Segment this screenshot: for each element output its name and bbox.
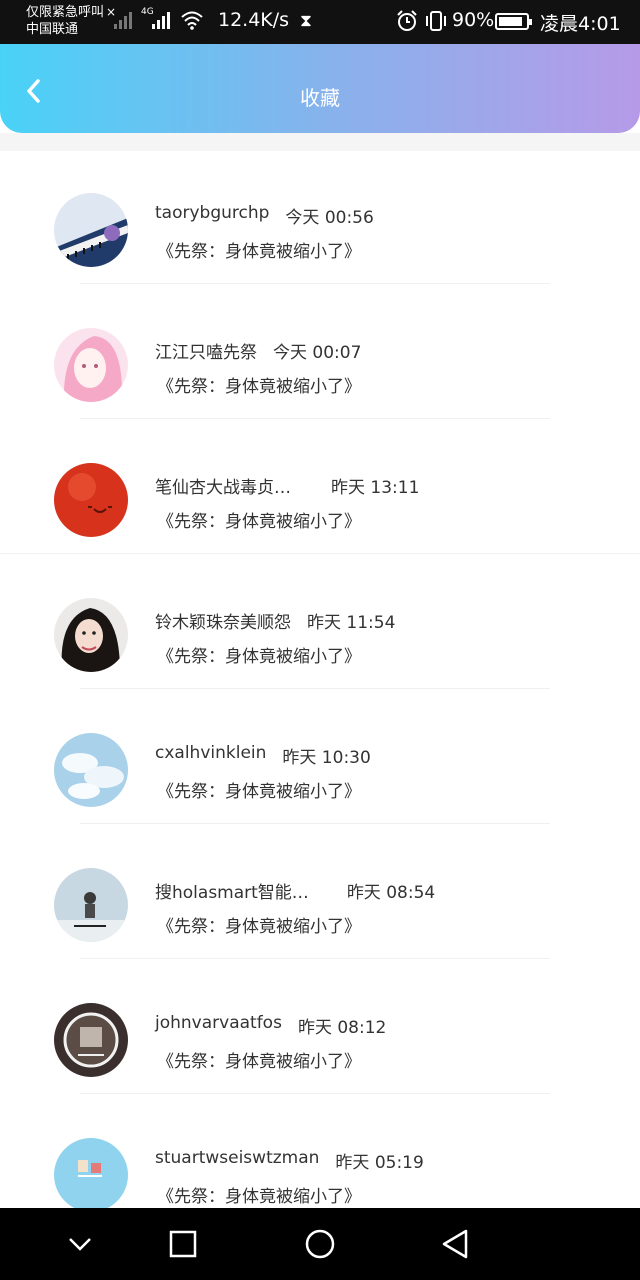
avatar xyxy=(54,1003,128,1077)
work-title: 《先祭：身体竟被缩小了》 xyxy=(157,1187,361,1207)
item-header: cxalhvinklein 昨天 10:30 xyxy=(155,743,371,768)
timestamp: 昨天 08:54 xyxy=(346,883,436,903)
divider xyxy=(0,553,640,554)
page-title: 收藏 xyxy=(300,86,340,110)
battery-percent: 90% xyxy=(452,9,495,31)
work-title: 《先祭：身体竟被缩小了》 xyxy=(157,242,361,262)
header-divider xyxy=(0,133,640,151)
avatar xyxy=(54,1138,128,1208)
timestamp: 昨天 11:54 xyxy=(307,613,396,633)
timestamp: 今天 00:56 xyxy=(285,208,374,228)
user-name: johnvarvaatfos xyxy=(155,1013,282,1033)
timestamp: 今天 00:07 xyxy=(273,343,362,363)
timestamp: 昨天 13:11 xyxy=(331,478,420,498)
app-header: 收藏 xyxy=(0,44,640,133)
user-name: 笔仙杏大战毒贞… xyxy=(155,478,291,498)
back-nav-button[interactable] xyxy=(440,1228,472,1260)
carrier-name: 中国联通 xyxy=(26,22,79,37)
divider xyxy=(80,823,550,824)
divider xyxy=(80,688,550,689)
item-header: 笔仙杏大战毒贞… 昨天 13:11 xyxy=(155,473,420,498)
list-item[interactable]: taorybgurchp 今天 00:56 《先祭：身体竟被缩小了》 xyxy=(0,151,640,286)
favorites-list: taorybgurchp 今天 00:56 《先祭：身体竟被缩小了》 江江只嗑先… xyxy=(0,151,640,1208)
work-title: 《先祭：身体竟被缩小了》 xyxy=(157,647,361,667)
home-icon xyxy=(305,1229,335,1259)
user-name: cxalhvinklein xyxy=(155,743,267,763)
recent-apps-icon xyxy=(169,1230,197,1258)
timestamp: 昨天 10:30 xyxy=(282,748,371,768)
hide-nav-button[interactable] xyxy=(64,1228,96,1260)
work-title: 《先祭：身体竟被缩小了》 xyxy=(157,782,361,802)
avatar xyxy=(54,598,128,672)
user-name: 搜holasmart智能… xyxy=(155,883,309,903)
list-item[interactable]: cxalhvinklein 昨天 10:30 《先祭：身体竟被缩小了》 xyxy=(0,691,640,826)
user-name: stuartwseiswtzman xyxy=(155,1148,320,1168)
work-title: 《先祭：身体竟被缩小了》 xyxy=(157,377,361,397)
vibrate-icon xyxy=(426,11,446,31)
work-title: 《先祭：身体竟被缩小了》 xyxy=(157,512,361,532)
item-header: taorybgurchp 今天 00:56 xyxy=(155,203,374,228)
list-item[interactable]: johnvarvaatfos 昨天 08:12 《先祭：身体竟被缩小了》 xyxy=(0,961,640,1096)
wifi-icon xyxy=(181,11,203,30)
item-header: 铃木颖珠奈美顺怨 昨天 11:54 xyxy=(155,608,396,633)
back-icon xyxy=(442,1229,468,1259)
divider xyxy=(80,418,550,419)
divider xyxy=(80,283,550,284)
user-name: 铃木颖珠奈美顺怨 xyxy=(155,613,291,633)
timestamp: 昨天 05:19 xyxy=(335,1153,424,1173)
signal-strength-icon xyxy=(152,12,170,29)
list-item[interactable]: 搜holasmart智能… 昨天 08:54 《先祭：身体竟被缩小了》 xyxy=(0,826,640,961)
item-header: stuartwseiswtzman 昨天 05:19 xyxy=(155,1148,424,1173)
list-item[interactable]: 江江只嗑先祭 今天 00:07 《先祭：身体竟被缩小了》 xyxy=(0,286,640,421)
alarm-icon xyxy=(397,10,417,31)
avatar xyxy=(54,328,128,402)
avatar xyxy=(54,868,128,942)
signal-icon xyxy=(114,12,132,29)
divider xyxy=(80,1093,550,1094)
item-header: 搜holasmart智能… 昨天 08:54 xyxy=(155,878,436,903)
chevron-down-icon xyxy=(69,1238,91,1251)
clock: 凌晨4:01 xyxy=(540,13,621,35)
emergency-text: 仅限紧急呼叫 xyxy=(26,5,105,20)
user-name: 江江只嗑先祭 xyxy=(155,343,257,363)
battery-icon xyxy=(495,13,532,30)
avatar xyxy=(54,193,128,267)
net-speed: 12.4K/s xyxy=(218,9,290,31)
list-item[interactable]: 铃木颖珠奈美顺怨 昨天 11:54 《先祭：身体竟被缩小了》 xyxy=(0,556,640,691)
home-button[interactable] xyxy=(304,1228,336,1260)
list-item[interactable]: stuartwseiswtzman 昨天 05:19 《先祭：身体竟被缩小了》 xyxy=(0,1096,640,1208)
work-title: 《先祭：身体竟被缩小了》 xyxy=(157,917,361,937)
system-nav-bar xyxy=(0,1208,640,1280)
list-item[interactable]: 笔仙杏大战毒贞… 昨天 13:11 《先祭：身体竟被缩小了》 xyxy=(0,421,640,556)
user-name: taorybgurchp xyxy=(155,203,270,223)
hourglass-icon: ⧗ xyxy=(300,11,312,31)
status-bar: 仅限紧急呼叫 × 中国联通 4G 12.4K/s ⧗ 90% 凌晨4:01 xyxy=(0,0,640,44)
timestamp: 昨天 08:12 xyxy=(297,1018,387,1038)
avatar xyxy=(54,463,128,537)
divider xyxy=(80,958,550,959)
item-header: 江江只嗑先祭 今天 00:07 xyxy=(155,338,362,363)
recent-apps-button[interactable] xyxy=(167,1228,199,1260)
avatar xyxy=(54,733,128,807)
item-header: johnvarvaatfos 昨天 08:12 xyxy=(155,1013,387,1038)
carrier-info: 仅限紧急呼叫 × 中国联通 xyxy=(26,4,116,38)
work-title: 《先祭：身体竟被缩小了》 xyxy=(157,1052,361,1072)
